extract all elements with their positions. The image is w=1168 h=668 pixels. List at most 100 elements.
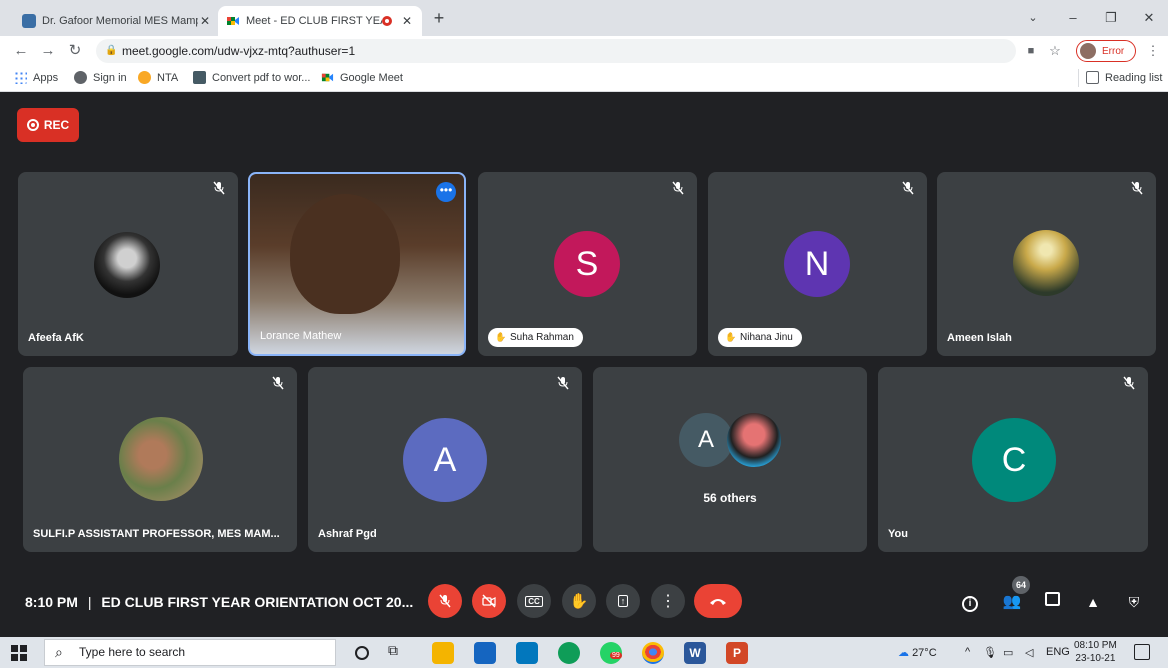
participant-name: Lorance Mathew <box>260 330 342 342</box>
microphone-tray-icon[interactable]: 🎙 <box>983 646 997 659</box>
meeting-time: 8:10 PM <box>25 594 78 610</box>
close-window-button[interactable]: ✕ <box>1134 6 1164 30</box>
mic-off-icon <box>1131 181 1143 195</box>
chat-button[interactable] <box>1040 590 1064 614</box>
host-controls-button[interactable]: ⛨ <box>1122 590 1146 614</box>
participant-tile-ashraf[interactable]: A Ashraf Pgd <box>308 367 582 552</box>
input-language[interactable]: ENG <box>1046 646 1070 658</box>
system-clock[interactable]: 08:10 PM 23-10-21 <box>1074 639 1117 665</box>
tab-dr-gafoor[interactable]: Dr. Gafoor Memorial MES Mamp ✕ <box>14 6 220 36</box>
raise-hand-button[interactable]: ✋ <box>562 584 596 618</box>
participant-tile-nihana[interactable]: N Nihana Jinu <box>708 172 927 356</box>
powerpoint-icon[interactable]: P <box>726 642 748 664</box>
participant-name: You <box>888 528 908 540</box>
activities-shapes-icon: ▲ <box>1086 594 1100 610</box>
reading-list-icon <box>1086 71 1099 84</box>
participant-count-badge: 64 <box>1012 576 1030 594</box>
participant-tile-ameen[interactable]: Ameen Islah <box>937 172 1156 356</box>
avatar <box>94 232 160 298</box>
present-icon: ↑ <box>617 595 629 607</box>
profile-error-button[interactable]: Error <box>1076 40 1136 62</box>
participant-name: SULFI.P ASSISTANT PROFESSOR, MES MAM... <box>33 528 280 540</box>
leave-call-button[interactable] <box>694 584 742 618</box>
file-explorer-icon[interactable] <box>432 642 454 664</box>
recording-indicator-icon <box>382 16 392 26</box>
participant-tile-afeefa[interactable]: Afeefa AfK <box>18 172 238 356</box>
bookmark-nta[interactable]: NTA <box>138 71 178 84</box>
activities-button[interactable]: ▲ <box>1081 590 1105 614</box>
whatsapp-icon[interactable]: 99 <box>600 642 622 664</box>
meeting-details-button[interactable]: i <box>958 590 982 614</box>
windows-taskbar: ⌕ Type here to search ⧉ 99 W P ☁ 27°C ^ … <box>0 637 1168 668</box>
captions-button[interactable]: CC <box>517 584 551 618</box>
chrome-icon[interactable] <box>642 642 664 664</box>
forward-arrow-icon[interactable]: → <box>37 40 59 62</box>
taskbar-search-box[interactable]: ⌕ Type here to search <box>44 639 336 666</box>
apps-grid-icon <box>14 71 27 84</box>
participant-tile-sulfi[interactable]: SULFI.P ASSISTANT PROFESSOR, MES MAM... <box>23 367 297 552</box>
bookmark-convert-pdf[interactable]: Convert pdf to wor... <box>193 71 310 84</box>
participant-tile-suha[interactable]: S Suha Rahman <box>478 172 697 356</box>
tab-title: Meet - ED CLUB FIRST YEAR <box>246 15 382 27</box>
close-tab-icon[interactable]: ✕ <box>198 14 212 28</box>
weather-widget[interactable]: ☁ 27°C <box>898 646 937 659</box>
mic-off-icon <box>439 594 451 608</box>
cortana-icon[interactable] <box>355 646 369 660</box>
bookmark-google-meet[interactable]: Google Meet <box>321 71 403 84</box>
restore-button[interactable]: ❐ <box>1096 6 1126 30</box>
cloud-rain-icon: ☁ <box>898 647 909 659</box>
network-icon[interactable]: ▭ <box>1003 646 1013 659</box>
recording-badge: REC <box>17 108 79 142</box>
record-icon <box>26 119 39 131</box>
mic-toggle-button[interactable] <box>428 584 462 618</box>
mic-off-icon <box>272 376 284 390</box>
camera-toggle-button[interactable] <box>472 584 506 618</box>
participant-name: Ashraf Pgd <box>318 528 377 540</box>
meet-favicon-icon <box>226 14 240 28</box>
profile-status: Error <box>1102 45 1125 57</box>
profile-avatar <box>1080 43 1096 59</box>
reading-list-button[interactable]: Reading list <box>1086 71 1162 84</box>
store-icon[interactable] <box>474 642 496 664</box>
others-count: 56 others <box>703 491 757 505</box>
avatar <box>1013 230 1079 296</box>
meet-logo-icon <box>321 71 334 84</box>
people-button[interactable]: 👥 64 <box>1000 576 1030 614</box>
mic-off-icon <box>902 181 914 195</box>
participant-tile-others[interactable]: A 56 others <box>593 367 867 552</box>
participant-tile-lorance-video[interactable]: ••• Lorance Mathew <box>248 172 466 356</box>
address-toolbar: ← → ↻ 🔒 meet.google.com/udw-vjxz-mtq?aut… <box>0 36 1168 66</box>
mail-icon[interactable] <box>516 642 538 664</box>
avatar-letter: N <box>784 231 850 297</box>
more-options-button[interactable]: ⋮ <box>651 584 685 618</box>
notifications-icon[interactable] <box>1134 644 1150 660</box>
menu-kebab-icon[interactable]: ⋮ <box>1142 40 1164 62</box>
hand-icon: ✋ <box>569 593 589 610</box>
task-view-icon[interactable]: ⧉ <box>388 642 410 664</box>
bookmark-sign-in[interactable]: Sign in <box>74 71 127 84</box>
reload-icon[interactable]: ↻ <box>64 40 86 62</box>
tab-meet[interactable]: Meet - ED CLUB FIRST YEAR ✕ <box>218 6 422 36</box>
volume-icon[interactable]: ◁ <box>1025 646 1033 659</box>
close-tab-icon[interactable]: ✕ <box>400 14 414 28</box>
new-tab-button[interactable]: + <box>424 6 454 30</box>
bookmark-apps[interactable]: Apps <box>14 71 58 84</box>
divider <box>1078 69 1079 87</box>
college-favicon-icon <box>22 14 36 28</box>
word-icon[interactable]: W <box>684 642 706 664</box>
shield-lock-icon: ⛨ <box>1128 594 1140 610</box>
more-options-icon[interactable]: ••• <box>436 182 456 202</box>
windows-start-icon[interactable] <box>11 645 27 661</box>
participant-tile-you[interactable]: C You <box>878 367 1148 552</box>
show-hidden-icons-icon[interactable]: ^ <box>965 646 970 658</box>
bookmark-star-icon[interactable]: ☆ <box>1044 40 1066 62</box>
search-placeholder: Type here to search <box>79 645 186 659</box>
edge-icon[interactable] <box>558 642 580 664</box>
mic-off-icon <box>672 181 684 195</box>
camera-in-use-icon[interactable]: ■ <box>1020 40 1042 62</box>
tab-search-icon[interactable]: ⌄ <box>1018 6 1048 30</box>
back-arrow-icon[interactable]: ← <box>10 40 32 62</box>
minimize-button[interactable]: – <box>1058 6 1088 30</box>
present-screen-button[interactable]: ↑ <box>606 584 640 618</box>
url-bar[interactable]: 🔒 meet.google.com/udw-vjxz-mtq?authuser=… <box>96 39 1016 63</box>
